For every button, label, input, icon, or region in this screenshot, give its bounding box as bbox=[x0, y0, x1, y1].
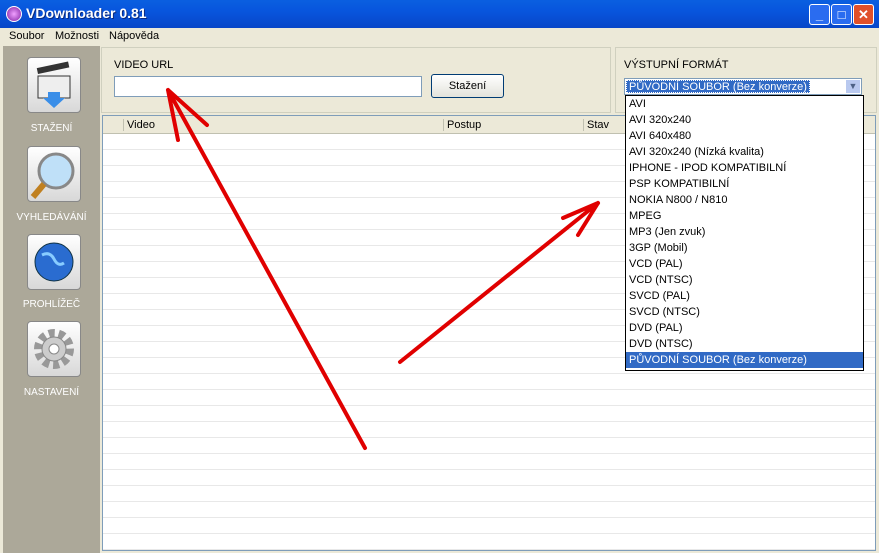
format-option[interactable]: VCD (PAL) bbox=[626, 256, 863, 272]
format-option[interactable]: AVI 320x240 (Nízká kvalita) bbox=[626, 144, 863, 160]
sidebar-label: STAŽENÍ bbox=[30, 123, 73, 134]
format-option[interactable]: PŮVODNÍ SOUBOR (Bez konverze) bbox=[626, 352, 863, 368]
column-progress[interactable]: Postup bbox=[443, 119, 481, 131]
format-option[interactable]: 3GP (Mobil) bbox=[626, 240, 863, 256]
globe-icon bbox=[34, 242, 74, 282]
video-url-input[interactable] bbox=[114, 76, 422, 97]
gear-icon bbox=[34, 329, 74, 369]
format-option[interactable]: MP3 (Jen zvuk) bbox=[626, 224, 863, 240]
format-option[interactable]: DVD (PAL) bbox=[626, 320, 863, 336]
app-icon bbox=[6, 6, 22, 22]
sidebar-item-browser[interactable] bbox=[27, 234, 81, 290]
format-option[interactable]: AVI 640x480 bbox=[626, 128, 863, 144]
format-dropdown-list: AVI AVI 320x240 AVI 640x480 AVI 320x240 (Ní… bbox=[625, 95, 864, 371]
format-option[interactable]: VCD (NTSC) bbox=[626, 272, 863, 288]
format-option[interactable]: DVD (NTSC) bbox=[626, 336, 863, 352]
sidebar-item-search[interactable] bbox=[27, 146, 81, 202]
format-option[interactable]: NOKIA N800 / N810 bbox=[626, 192, 863, 208]
format-option[interactable]: IPHONE - IPOD KOMPATIBILNÍ bbox=[626, 160, 863, 176]
column-video[interactable]: Video bbox=[123, 119, 155, 131]
menu-bar: Soubor Možnosti Nápověda bbox=[0, 28, 879, 46]
format-option[interactable]: MPEG bbox=[626, 208, 863, 224]
clapperboard-download-icon bbox=[36, 61, 71, 108]
format-option[interactable]: AVI 320x240 bbox=[626, 112, 863, 128]
url-label: VIDEO URL bbox=[114, 59, 174, 71]
window-title: VDownloader 0.81 bbox=[26, 5, 147, 21]
format-selected: PŮVODNÍ SOUBOR (Bez konverze) bbox=[626, 80, 810, 93]
magnifier-icon bbox=[30, 152, 75, 199]
format-option[interactable]: SVCD (PAL) bbox=[626, 288, 863, 304]
format-label: VÝSTUPNÍ FORMÁT bbox=[624, 59, 729, 71]
format-select[interactable]: PŮVODNÍ SOUBOR (Bez konverze) ▼ bbox=[624, 78, 862, 95]
chevron-down-icon[interactable]: ▼ bbox=[846, 80, 860, 93]
sidebar: STAŽENÍ VYHLEDÁVÁNÍ PROHLÍŽEČ NASTAVENÍ bbox=[3, 46, 100, 553]
minimize-button[interactable]: _ bbox=[809, 4, 830, 25]
column-status[interactable]: Stav bbox=[583, 119, 609, 131]
sidebar-label: NASTAVENÍ bbox=[23, 387, 80, 398]
format-option[interactable]: SVCD (NTSC) bbox=[626, 304, 863, 320]
title-bar: VDownloader 0.81 _ □ ✕ bbox=[0, 0, 879, 28]
menu-napoveda[interactable]: Nápověda bbox=[109, 30, 159, 42]
menu-soubor[interactable]: Soubor bbox=[9, 30, 44, 42]
format-option[interactable]: PSP KOMPATIBILNÍ bbox=[626, 176, 863, 192]
download-button[interactable]: Stažení bbox=[431, 74, 504, 98]
close-button[interactable]: ✕ bbox=[853, 4, 874, 25]
sidebar-item-settings[interactable] bbox=[27, 321, 81, 377]
menu-moznosti[interactable]: Možnosti bbox=[55, 30, 99, 42]
sidebar-label: VYHLEDÁVÁNÍ bbox=[16, 212, 87, 223]
format-option[interactable]: AVI bbox=[626, 96, 863, 112]
maximize-button[interactable]: □ bbox=[831, 4, 852, 25]
sidebar-label: PROHLÍŽEČ bbox=[22, 299, 81, 310]
sidebar-item-download[interactable] bbox=[27, 57, 81, 113]
